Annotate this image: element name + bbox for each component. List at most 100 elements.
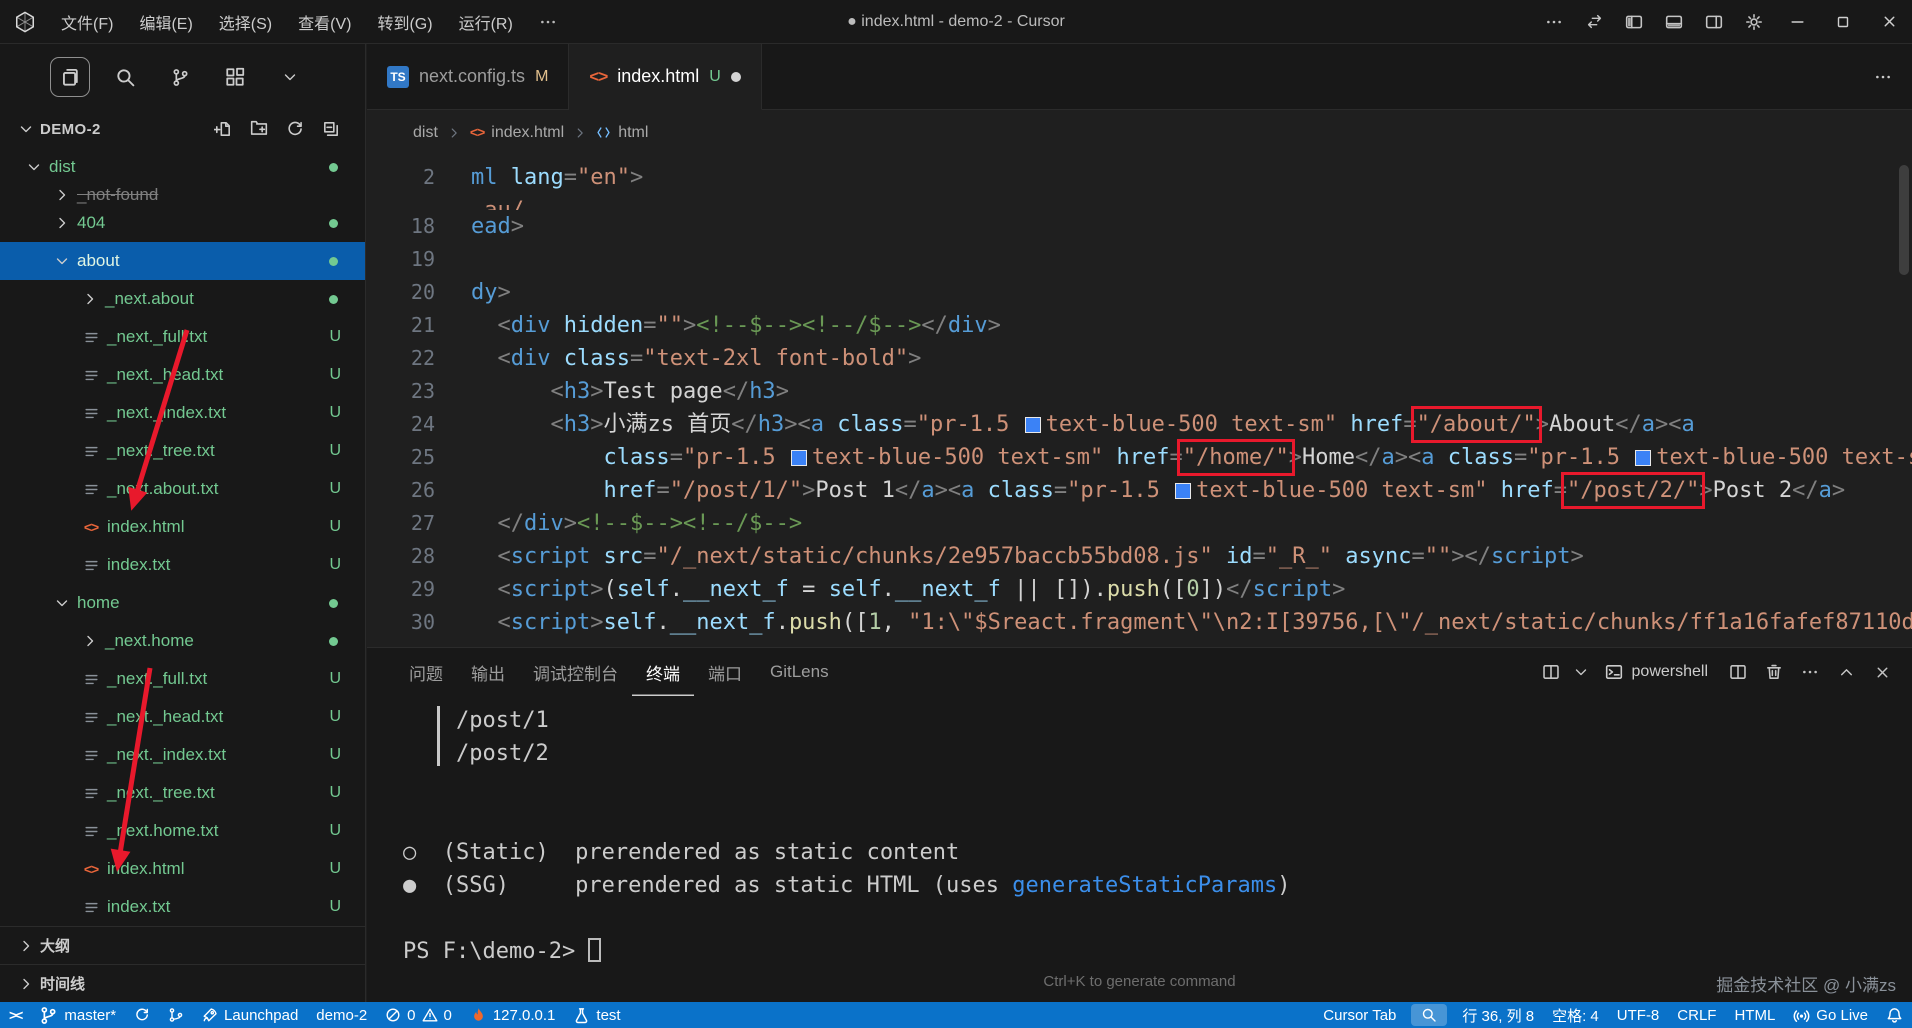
terminal-profile[interactable]: powershell [1595,663,1718,681]
tree-item-about[interactable]: about [0,242,365,280]
toggle-secondary-sidebar-icon[interactable] [1694,0,1734,44]
explorer-section-header[interactable]: DEMO-2 [0,110,365,148]
breadcrumb-file[interactable]: <> index.html [470,124,564,142]
tree-item-index.html[interactable]: <> index.html U [0,508,365,546]
settings-gear-icon[interactable] [1734,0,1774,44]
editor-scrollbar[interactable] [1899,165,1909,275]
language-mode[interactable]: HTML [1725,1002,1784,1028]
git-untracked-badge: U [709,67,721,85]
panel-tab-问题[interactable]: 问题 [395,648,457,696]
toggle-panel-icon[interactable] [1654,0,1694,44]
tree-item-index.txt[interactable]: index.txt U [0,888,365,926]
tree-item-dist[interactable]: dist [0,148,365,186]
menu-item-4[interactable]: 转到(G) [364,0,445,44]
commit-graph-button[interactable] [159,1002,193,1028]
tree-item-_next._tree.txt[interactable]: _next._tree.txt U [0,432,365,470]
go-live[interactable]: Go Live [1784,1002,1877,1028]
panel-tab-端口[interactable]: 端口 [694,648,756,696]
panel-tab-输出[interactable]: 输出 [457,648,519,696]
panel-tab-终端[interactable]: 终端 [632,648,694,696]
line-number: 21 [410,313,435,337]
menu-item-3[interactable]: 查看(V) [285,0,364,44]
encoding[interactable]: UTF-8 [1608,1002,1669,1028]
test-indicator[interactable]: test [564,1002,629,1028]
git-changes-dot [329,256,338,266]
split-terminal-icon[interactable] [1722,656,1754,688]
git-untracked-badge: U [329,670,341,687]
tree-item-_next._tree.txt[interactable]: _next._tree.txt U [0,774,365,812]
tree-item-_next.about.txt[interactable]: _next.about.txt U [0,470,365,508]
explorer-icon[interactable] [50,57,90,97]
branch-indicator[interactable]: master* [30,1002,125,1028]
close-button[interactable] [1866,0,1912,44]
sync-button[interactable] [125,1002,159,1028]
panel-more-icon[interactable] [1794,656,1826,688]
breadcrumb-symbol[interactable]: html [596,124,648,142]
tree-item-label: index.html [107,859,185,878]
terminal[interactable]: /post/1 /post/2 ○ (Static) prerendered as… [367,696,1912,1002]
sidebar-section-0[interactable]: 大纲 [0,926,365,964]
tree-item-404[interactable]: 404 [0,204,365,242]
eol[interactable]: CRLF [1668,1002,1725,1028]
kill-terminal-icon[interactable] [1758,656,1790,688]
tree-item-_next.home[interactable]: _next.home [0,622,365,660]
menu-item-5[interactable]: 运行(R) [446,0,526,44]
toggle-sidebar-icon[interactable] [1614,0,1654,44]
project-name[interactable]: demo-2 [307,1002,376,1028]
tree-item-_not-found[interactable]: _not-found [0,186,365,204]
menu-item-1[interactable]: 编辑(E) [126,0,205,44]
chevron-right-icon [78,287,102,311]
tree-item-_next._full.txt[interactable]: _next._full.txt U [0,660,365,698]
tree-item-home[interactable]: home [0,584,365,622]
tree-item-_next._head.txt[interactable]: _next._head.txt U [0,356,365,394]
tree-item-index.txt[interactable]: index.txt U [0,546,365,584]
terminal-dropdown-icon[interactable] [1571,656,1591,688]
code-text: <script>self.__next_f.push([1, "1:\"$Sre… [471,610,1912,635]
sidebar-section-1[interactable]: 时间线 [0,964,365,1002]
new-folder-icon[interactable] [247,117,271,141]
titlebar-more-icon[interactable] [1534,0,1574,44]
tree-item-_next.about[interactable]: _next.about [0,280,365,318]
maximize-panel-icon[interactable] [1830,656,1862,688]
menu-item-0[interactable]: 文件(F) [48,0,126,44]
toggle-layout-icon[interactable] [1574,0,1614,44]
tab-index-html[interactable]: <> index.html U [569,44,762,110]
cursor-tab-indicator[interactable]: Cursor Tab [1314,1002,1405,1028]
search-icon[interactable] [105,57,145,97]
new-file-icon[interactable] [211,117,235,141]
chevron-down-icon[interactable] [270,57,310,97]
extensions-icon[interactable] [215,57,255,97]
tree-item-_next._index.txt[interactable]: _next._index.txt U [0,736,365,774]
launchpad-button[interactable]: Launchpad [193,1002,307,1028]
refresh-icon[interactable] [283,117,307,141]
text-file-icon [78,709,104,726]
tab-next-config-ts[interactable]: TS next.config.ts M [367,44,570,109]
new-terminal-icon[interactable] [1535,656,1567,688]
close-panel-icon[interactable] [1866,656,1898,688]
tree-item-index.html[interactable]: <> index.html U [0,850,365,888]
notifications[interactable] [1877,1002,1912,1028]
menu-overflow-icon[interactable] [526,0,570,44]
code-editor[interactable]: 2 ml lang="en"> au/18 ead> 19 20 dy> 21 <div h… [367,155,1912,647]
tree-item-_next.home.txt[interactable]: _next.home.txt U [0,812,365,850]
panel-tab-GitLens[interactable]: GitLens [756,648,843,696]
menu-item-2[interactable]: 选择(S) [206,0,285,44]
host-indicator[interactable]: 127.0.0.1 [461,1002,565,1028]
indentation[interactable]: 空格: 4 [1543,1002,1608,1028]
maximize-button[interactable] [1820,0,1866,44]
tree-item-_next._index.txt[interactable]: _next._index.txt U [0,394,365,432]
panel-tab-调试控制台[interactable]: 调试控制台 [519,648,632,696]
breadcrumb-folder[interactable]: dist [413,124,438,142]
tree-item-_next._head.txt[interactable]: _next._head.txt U [0,698,365,736]
collapse-folders-icon[interactable] [319,117,343,141]
menu-bar: 文件(F) 编辑(E) 选择(S) 查看(V) 转到(G) 运行(R) [48,0,570,43]
problems-indicator[interactable]: 0 0 [376,1002,461,1028]
minimize-button[interactable] [1774,0,1820,44]
tree-item-_next._full.txt[interactable]: _next._full.txt U [0,318,365,356]
tree-item-label: _next._head.txt [107,365,224,384]
source-control-icon[interactable] [160,57,200,97]
statusbar-search[interactable] [1411,1004,1448,1026]
tab-actions-icon[interactable] [1854,44,1912,109]
cursor-position[interactable]: 行 36, 列 8 [1453,1002,1543,1028]
remote-indicator[interactable]: >< [0,1002,30,1028]
